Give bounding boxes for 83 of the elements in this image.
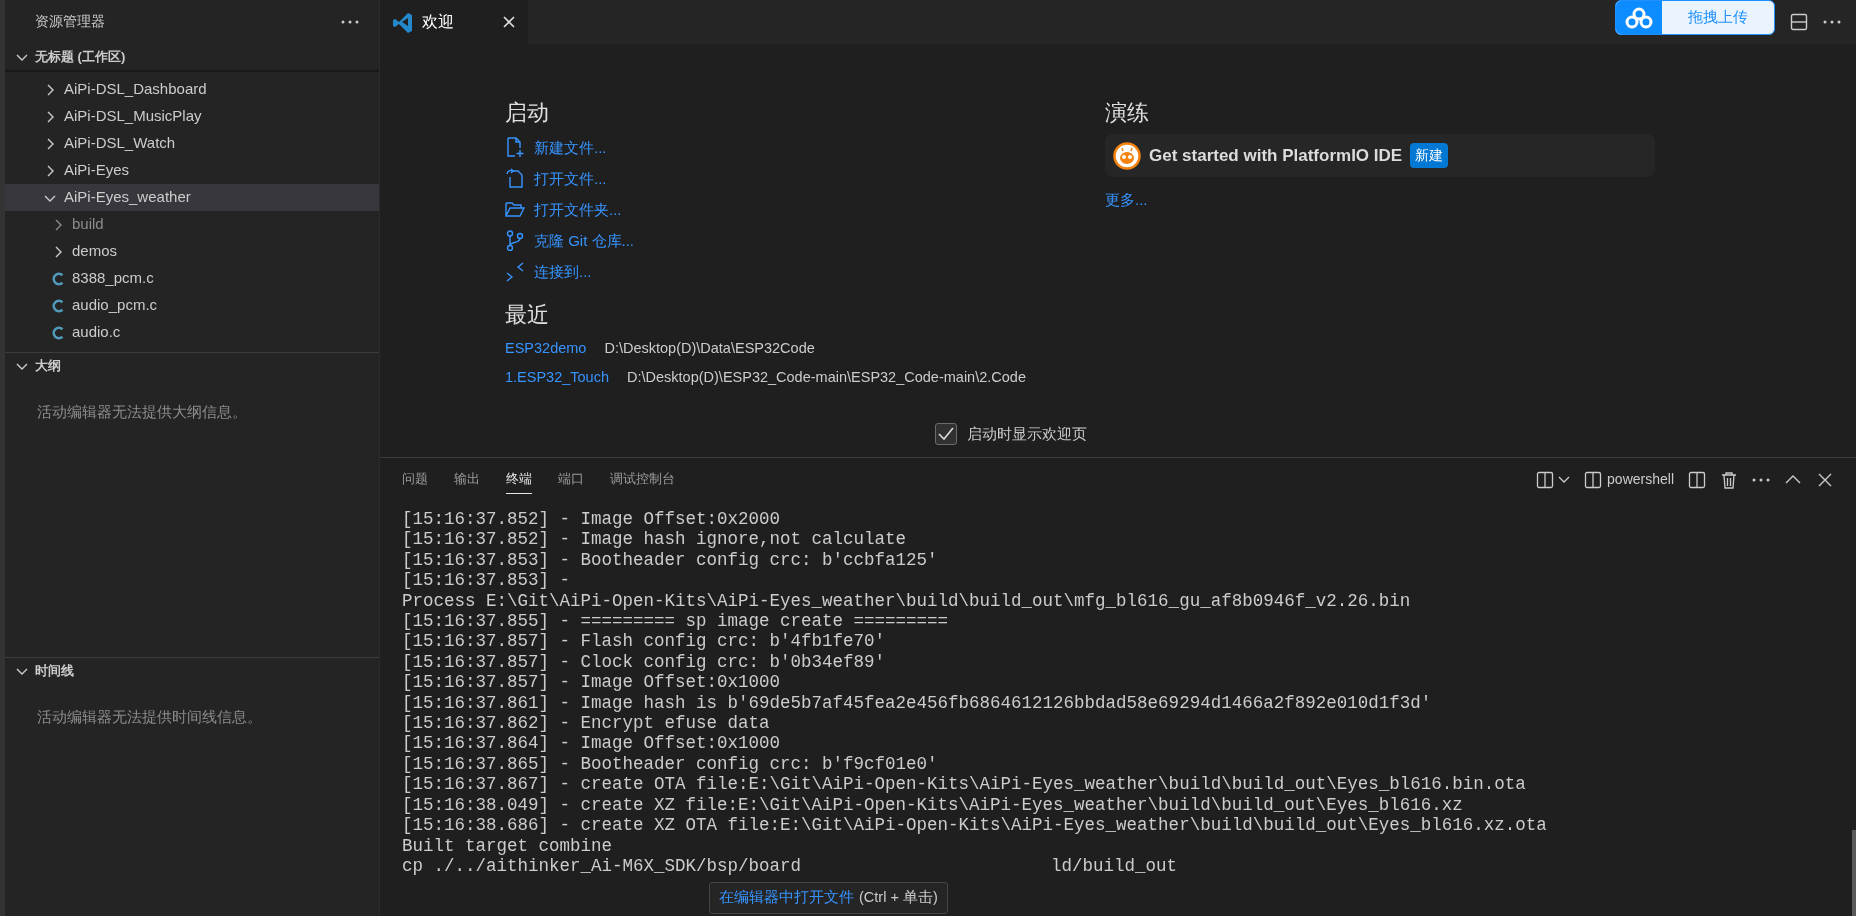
- recent-link[interactable]: 1.ESP32_Touch: [505, 367, 609, 390]
- c-file-icon: [51, 270, 65, 287]
- section-header[interactable]: 无标题 (工作区): [35, 47, 126, 67]
- scrollbar-thumb[interactable]: [1852, 830, 1856, 916]
- tree-item[interactable]: AiPi-DSL_Dashboard: [5, 76, 379, 103]
- tree-item[interactable]: build: [5, 211, 379, 238]
- terminal-line: [15:16:38.049] - create XZ file:E:\Git\AiPi-Open-Kits\AiPi-Eyes_weather\build\build_out\Eyes_bl616.xz: [402, 794, 1464, 816]
- split-icon[interactable]: [1688, 470, 1706, 489]
- new-badge: 新建: [1410, 143, 1449, 169]
- terminal-line: [15:16:37.857] - Image Offset:0x1000: [402, 672, 782, 693]
- logo-icon: [392, 11, 414, 33]
- c-file-icon: [51, 297, 65, 314]
- close-icon[interactable]: [502, 15, 516, 29]
- empty-message: 活动编辑器无法提供大纲信息。: [36, 402, 248, 422]
- panel-tab[interactable]: 端口: [558, 465, 584, 494]
- tree-item[interactable]: AiPi-DSL_MusicPlay: [5, 103, 379, 130]
- recent-path: D:\Desktop(D)\ESP32_Code-main\ESP32_Code-main\2.Code: [627, 368, 1026, 388]
- recent-path: D:\Desktop(D)\Data\ESP32Code: [604, 339, 815, 359]
- terminal-line: [15:16:37.853] - Bootheader config crc: b'ccbfa125': [402, 549, 939, 571]
- editor-tab[interactable]: 欢迎: [380, 0, 528, 44]
- terminal-line: [15:16:37.861] - Image hash is b'69de5b7af45fea2e456fb6864612126bbdad58e69294d1466a2f892e010d1f3d': [402, 692, 1433, 714]
- more-icon[interactable]: [1823, 20, 1841, 24]
- terminal-line: [15:16:37.862] - Encrypt efuse data: [402, 713, 771, 734]
- tree-item[interactable]: 8388_pcm.c: [5, 265, 379, 292]
- alien-icon: [1113, 141, 1141, 170]
- remote-icon: [505, 261, 525, 283]
- cloud-icon: [1624, 6, 1654, 29]
- action-link[interactable]: 打开文件夹...: [505, 194, 1045, 226]
- file-icon: [505, 168, 525, 190]
- tree-item[interactable]: audio_pcm.c: [5, 292, 379, 319]
- more-link[interactable]: 更多...: [1105, 189, 1148, 212]
- terminal-line: [15:16:37.857] - Flash config crc: b'4fb1fe70': [402, 631, 887, 652]
- terminal-line: cp ./../aithinker_Ai-M6X_SDK/bsp/board: [402, 855, 802, 877]
- terminal-selector[interactable]: powershell: [1584, 469, 1674, 490]
- c-file-icon: [51, 324, 65, 341]
- terminal-line: [15:16:37.867] - create OTA file:E:\Git\AiPi-Open-Kits\AiPi-Eyes_weather\build\build_out\Eyes_bl616.bin.ota: [402, 774, 1527, 795]
- tooltip-hint: (Ctrl + 单击): [859, 888, 938, 908]
- walkthrough-card[interactable]: Get started with PlatformIO IDE 新建: [1105, 134, 1655, 178]
- split-icon[interactable]: [1536, 470, 1555, 489]
- terminal-line: [15:16:37.853] -: [402, 570, 572, 591]
- section-header[interactable]: 大纲: [35, 356, 61, 376]
- checkbox-label: 启动时显示欢迎页: [967, 423, 1087, 444]
- action-link[interactable]: 克隆 Git 仓库...: [505, 225, 1045, 257]
- terminal-line: Built target combine: [402, 835, 614, 856]
- caret-icon[interactable]: [1558, 475, 1571, 484]
- panel-tab[interactable]: 调试控制台: [610, 465, 675, 494]
- tree-item[interactable]: audio.c: [5, 319, 379, 346]
- terminal-line: Process E:\Git\AiPi-Open-Kits\AiPi-Eyes_weather\build\build_out\mfg_bl616_gu_af8b0946f_v2.26.bin: [402, 590, 1412, 612]
- checkbox[interactable]: [935, 422, 957, 445]
- trash-icon[interactable]: [1720, 470, 1738, 489]
- terminal-line: [15:16:37.852] - Image hash ignore,not calculate: [402, 529, 908, 550]
- tree-item[interactable]: demos: [5, 238, 379, 265]
- terminal-line: [15:16:37.864] - Image Offset:0x1000: [402, 733, 782, 754]
- terminal-line: [15:16:37.852] - Image Offset:0x2000: [402, 509, 782, 530]
- section-heading: 演练: [1105, 100, 1150, 127]
- split-icon: [1584, 470, 1603, 489]
- layout-icon[interactable]: [1790, 13, 1808, 31]
- tree-item[interactable]: AiPi-Eyes: [5, 157, 379, 184]
- sidebar-title: 资源管理器: [35, 12, 105, 31]
- panel-tab[interactable]: 问题: [402, 465, 428, 494]
- section-heading: 启动: [505, 100, 550, 127]
- terminal-line: [15:16:37.855] - ========= sp image create =========: [402, 611, 950, 632]
- panel-tab[interactable]: 终端: [506, 465, 532, 494]
- new-file-icon: [505, 137, 525, 159]
- panel-tab[interactable]: 输出: [454, 465, 480, 494]
- empty-message: 活动编辑器无法提供时间线信息。: [36, 707, 263, 727]
- action-link[interactable]: 打开文件...: [505, 163, 1045, 195]
- section-header[interactable]: 时间线: [35, 661, 74, 681]
- more-icon[interactable]: [1752, 477, 1770, 482]
- action-link[interactable]: 新建文件...: [505, 132, 1045, 164]
- tooltip-link[interactable]: 在编辑器中打开文件: [719, 887, 854, 909]
- tree-item[interactable]: AiPi-Eyes_weather: [5, 184, 379, 211]
- terminal-line: [15:16:38.686] - create XZ OTA file:E:\Git\AiPi-Open-Kits\AiPi-Eyes_weather\build\build_out\Eyes_bl616.xz.ota: [402, 815, 1548, 836]
- terminal-line: [15:16:37.857] - Clock config crc: b'0b34ef89': [402, 651, 887, 673]
- branch-icon: [505, 230, 525, 252]
- section-heading: 最近: [505, 302, 550, 329]
- action-link[interactable]: 连接到...: [505, 256, 1045, 288]
- recent-link[interactable]: ESP32demo: [505, 338, 587, 361]
- check-icon: [938, 426, 954, 441]
- more-icon[interactable]: [341, 20, 359, 24]
- terminal-line: ld/build_out: [1051, 855, 1178, 877]
- tree-item[interactable]: AiPi-DSL_Watch: [5, 130, 379, 157]
- terminal-line: [15:16:37.865] - Bootheader config crc: b'f9cf01e0': [402, 753, 939, 775]
